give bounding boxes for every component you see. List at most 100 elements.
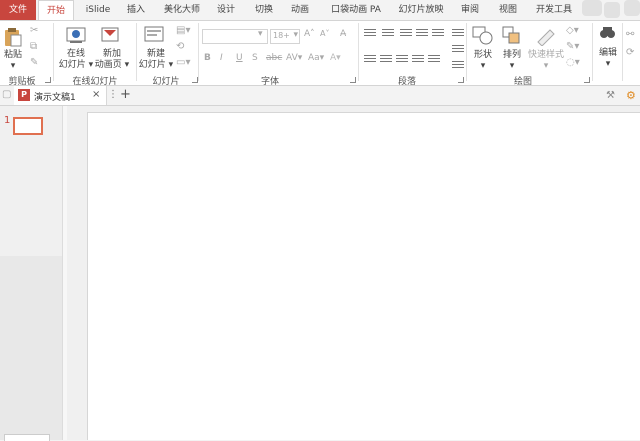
group-separator [53,23,54,81]
tab-animations[interactable]: 动画 [288,0,312,20]
online-slide-label-1: 在线 [66,49,85,59]
quick-styles-label: 快速样式 [527,50,564,60]
strikethrough-icon[interactable]: abc [266,53,282,63]
shape-fill-icon[interactable]: ◇▾ [566,25,579,36]
clipboard-launcher-icon[interactable] [45,77,51,83]
font-color-icon[interactable]: A▾ [330,53,341,63]
paste-icon[interactable] [4,27,22,50]
font-size-dropdown-icon[interactable]: ▾ [293,30,298,40]
numbering-icon[interactable] [382,27,394,37]
bullets-icon[interactable] [364,27,376,37]
change-case-icon[interactable]: Aa▾ [308,53,324,63]
reset-slide-icon[interactable]: ⟲ [176,41,184,52]
tab-home[interactable]: 开始 [38,0,74,20]
paste-button[interactable]: 粘贴 [2,50,24,61]
tab-meihua[interactable]: 美化大师 [162,0,202,20]
quick-styles-button[interactable]: 快速样式 ▾ [526,50,566,72]
settings-gear-icon[interactable]: ⚙ [626,89,636,102]
distributed-icon[interactable] [428,53,440,63]
slide-canvas[interactable] [87,112,640,440]
toolbox-icon[interactable]: ⚒ [606,90,615,101]
close-tab-icon[interactable]: × [92,89,100,100]
online-slide-icon[interactable] [66,26,86,47]
more-options-icon[interactable]: ⋮ [108,89,118,100]
find-icon[interactable] [598,25,616,46]
paragraph-launcher-icon[interactable] [458,77,464,83]
align-left-icon[interactable] [364,53,376,63]
tab-design[interactable]: 设计 [214,0,238,20]
new-slide-icon[interactable] [144,26,164,49]
new-slide-label-2: 幻灯片 [138,60,166,70]
new-slide-label-1: 新建 [146,49,165,59]
slide-number: 1 [4,115,11,126]
font-size-value: 18+ [273,31,290,40]
font-launcher-icon[interactable] [350,77,356,83]
editing-button[interactable]: 编辑 ▾ [596,48,620,70]
tab-insert[interactable]: 插入 [124,0,148,20]
powerpoint-icon: P [18,89,30,101]
bold-icon[interactable]: B [204,53,211,63]
cut-icon[interactable]: ✂ [30,25,38,36]
underline-icon[interactable]: U [236,53,243,63]
tab-slideshow[interactable]: 幻灯片放映 [398,0,444,20]
tab-file[interactable]: 文件 [0,0,36,20]
slide-thumbnail[interactable] [13,117,43,135]
tab-islide[interactable]: iSlide [82,0,114,20]
document-tab-bar: ▢ P 演示文稿1 × ⋮ + ⚒ ⚙ [0,86,640,106]
document-icon: ▢ [2,89,12,100]
shape-effects-icon[interactable]: ◌▾ [566,57,580,68]
section-icon[interactable]: ▭▾ [176,57,190,68]
increase-indent-icon[interactable] [416,27,428,37]
arrange-button[interactable]: 排列 ▾ [498,50,526,72]
format-painter-icon[interactable]: ✎ [30,57,38,68]
paste-dropdown-icon[interactable]: ▾ [8,61,18,72]
clear-format-icon[interactable]: A̶ [340,29,346,39]
copy-icon[interactable]: ⧉ [30,41,37,52]
font-family-dropdown-icon[interactable]: ▾ [258,29,263,39]
align-right-icon[interactable] [396,53,408,63]
font-size-input[interactable]: 18+ ▾ [270,29,300,44]
new-slide-button[interactable]: 新建 幻灯片 ▾ [136,49,176,71]
new-animation-label-1: 新加 [102,49,121,59]
tab-pocket-animation[interactable]: 口袋动画 PA [326,0,386,20]
drawing-launcher-icon[interactable] [584,77,590,83]
align-text-icon[interactable] [452,43,464,53]
italic-icon[interactable]: I [220,53,223,63]
sync-icon[interactable]: ⟳ [626,47,634,58]
justify-icon[interactable] [412,53,424,63]
decrease-indent-icon[interactable] [400,27,412,37]
char-spacing-icon[interactable]: AV▾ [286,53,302,63]
shape-outline-icon[interactable]: ✎▾ [566,41,579,52]
new-animation-page-button[interactable]: 新加 动画页 ▾ [92,49,132,71]
decor-shape-icon [624,0,640,16]
new-animation-page-icon[interactable] [100,26,120,47]
arrange-label: 排列 [502,50,521,60]
document-tab-title: 演示文稿1 [34,93,76,103]
ribbon-tab-bar: 文件 开始 iSlide 插入 美化大师 设计 切换 动画 口袋动画 PA 幻灯… [0,0,640,20]
decrease-font-icon[interactable]: A˅ [320,29,329,38]
group-separator [358,23,359,81]
increase-font-icon[interactable]: A˄ [304,29,315,39]
shapes-button[interactable]: 形状 ▾ [468,50,498,72]
online-slide-button[interactable]: 在线 幻灯片 ▾ [56,49,96,71]
smartart-icon[interactable] [452,59,464,69]
text-direction-icon[interactable] [452,27,464,37]
share-icon[interactable]: ⚯ [626,29,634,40]
layout-icon[interactable]: ▤▾ [176,25,190,36]
tab-developer[interactable]: 开发工具 [534,0,574,20]
align-center-icon[interactable] [380,53,392,63]
tab-transitions[interactable]: 切换 [252,0,276,20]
tab-view[interactable]: 视图 [496,0,520,20]
document-tab[interactable]: P 演示文稿1 × [14,86,107,105]
arrange-icon[interactable] [502,26,522,49]
shadow-icon[interactable]: S [252,53,258,63]
group-separator [622,23,623,81]
ribbon: 粘贴 ▾ ✂ ⧉ ✎ 剪贴板 在线 幻灯片 ▾ 新加 动画页 ▾ 在线幻灯片 新建幻… [0,20,640,87]
shapes-icon[interactable] [472,26,494,49]
editing-label: 编辑 [598,48,617,58]
quick-styles-icon[interactable] [536,26,556,49]
shapes-label: 形状 [473,50,492,60]
add-tab-icon[interactable]: + [120,87,131,102]
tab-review[interactable]: 审阅 [458,0,482,20]
line-spacing-icon[interactable] [432,27,444,37]
